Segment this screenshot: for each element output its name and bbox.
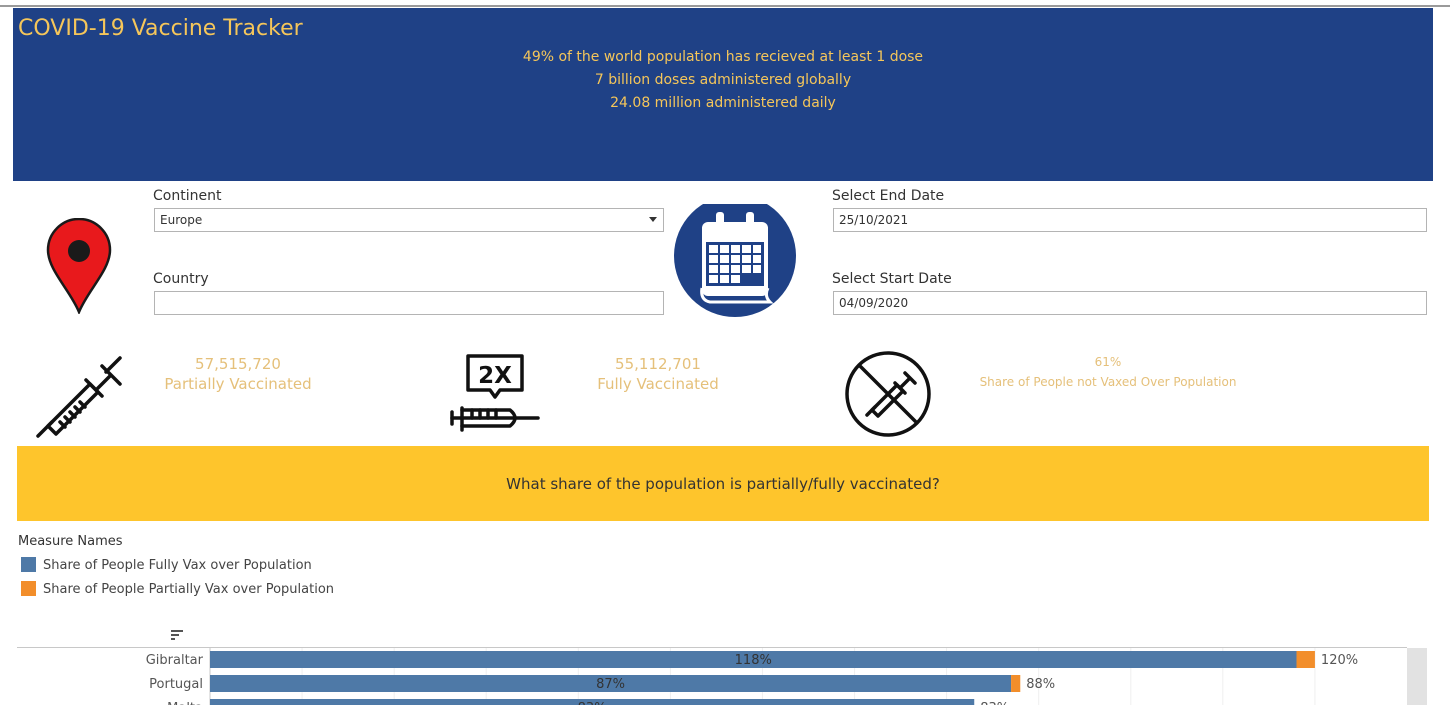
start-date-input[interactable]: 04/09/2020 [833,291,1427,315]
start-date-label: Select Start Date [832,271,952,287]
end-date-label: Select End Date [832,188,945,204]
banner-text: What share of the population is partiall… [506,475,940,493]
global-stats: 49% of the world population has recieved… [13,46,1433,115]
kpi-full: 55,112,701 Fully Vaccinated [568,355,748,393]
legend-item-partially[interactable]: Share of People Partially Vax over Popul… [21,581,334,597]
legend-title: Measure Names [18,534,123,549]
legend-item-fully[interactable]: Share of People Fully Vax over Populatio… [21,557,312,573]
stat-world-share: 49% of the world population has recieved… [522,49,924,65]
continent-label: Continent [153,188,222,204]
top-border [0,5,1450,7]
start-date-value: 04/09/2020 [839,296,909,310]
country-input[interactable] [154,291,664,315]
no-vaccine-icon [845,351,931,437]
bar-chart-svg: Gibraltar 118% 120% Portugal 87% 88% Malta 83% 8… [146,647,1358,705]
end-date-value: 25/10/2021 [839,213,909,227]
category-label: Gibraltar [146,653,204,668]
stat-daily: 24.08 million administered daily [610,95,836,111]
bar-value-label: 83% [578,701,607,705]
two-doses-icon: 2X [450,354,540,432]
svg-text:2X: 2X [478,363,512,389]
bar-value-label: 118% [735,653,772,668]
sort-icon[interactable] [170,629,184,641]
bar-total-label: 83% [980,701,1009,705]
category-label: Malta [167,701,203,705]
category-label: Portugal [149,677,203,692]
map-pin-icon [46,218,112,314]
dashboard-title: COVID-19 Vaccine Tracker [18,16,303,41]
bar-total-label: 88% [1026,677,1055,692]
bar-partially-vax[interactable] [1011,675,1021,692]
vaccination-bar-chart: Gibraltar 118% 120% Portugal 87% 88% Malta 83% 8… [17,647,1407,705]
country-label: Country [153,271,209,287]
legend-swatch-fully [21,557,36,572]
kpi-partial-label: Partially Vaccinated [164,375,312,393]
kpi-full-label: Fully Vaccinated [597,375,719,393]
kpi-not-vaxed-label: Share of People not Vaxed Over Populatio… [979,375,1237,389]
calendar-icon [674,204,796,317]
kpi-partial: 57,515,720 Partially Vaccinated [148,355,328,393]
kpi-not-vaxed: 61% Share of People not Vaxed Over Popul… [958,355,1258,389]
chart-scrollbar[interactable] [1407,648,1427,705]
kpi-not-vaxed-value: 61% [1094,355,1122,369]
bar-value-label: 87% [596,677,625,692]
legend-label-fully: Share of People Fully Vax over Populatio… [43,558,312,573]
stat-doses-global: 7 billion doses administered globally [594,72,852,88]
end-date-input[interactable]: 25/10/2021 [833,208,1427,232]
legend-label-partially: Share of People Partially Vax over Popul… [43,582,335,597]
bar-partially-vax[interactable] [1296,651,1315,668]
bar-total-label: 120% [1321,653,1358,668]
continent-select[interactable]: Europe [154,208,664,232]
header-panel: COVID-19 Vaccine Tracker 49% of the worl… [13,8,1433,181]
kpi-full-value: 55,112,701 [615,355,701,373]
kpi-partial-value: 57,515,720 [195,355,281,373]
continent-value: Europe [160,213,203,227]
chevron-down-icon[interactable] [649,217,657,222]
question-banner: What share of the population is partiall… [17,446,1429,521]
syringe-icon [36,356,122,438]
legend-swatch-partially [21,581,36,596]
